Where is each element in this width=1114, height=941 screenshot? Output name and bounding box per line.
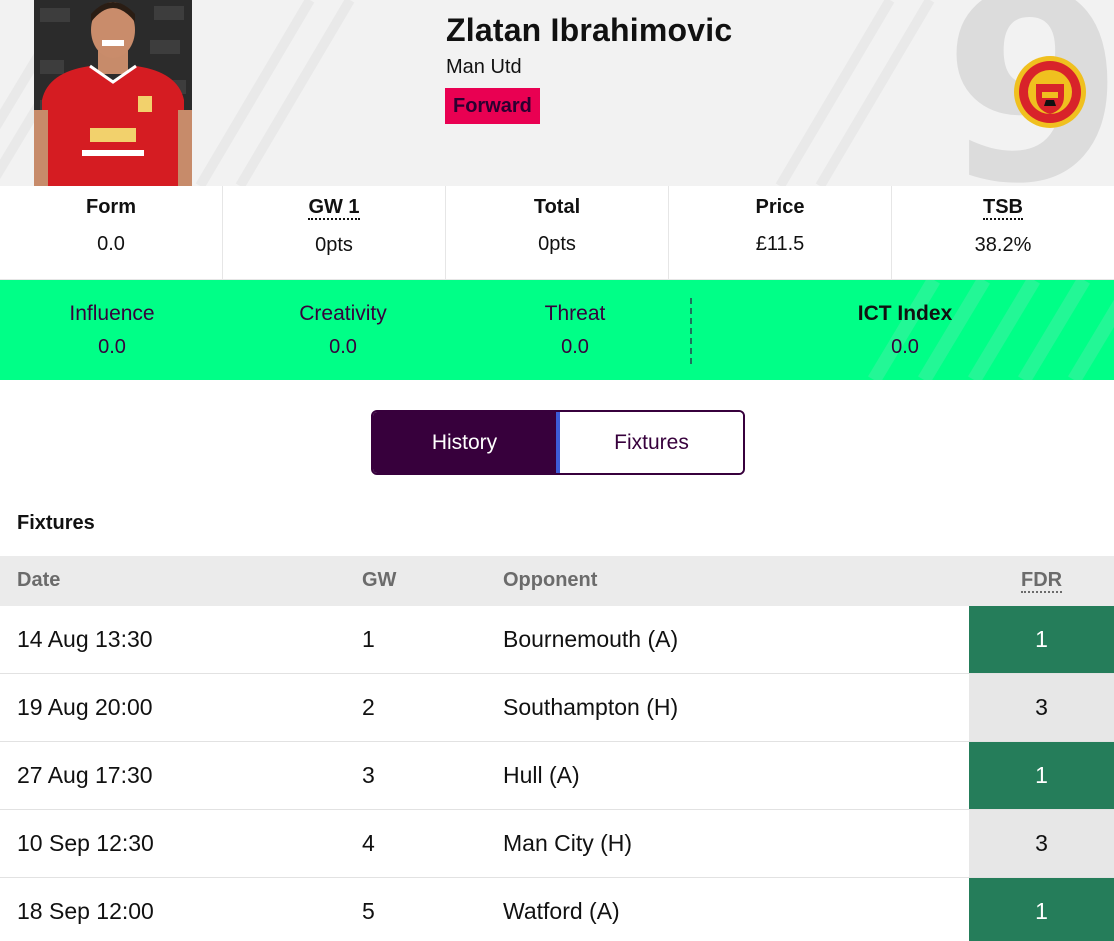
stat-label: Price xyxy=(755,196,805,218)
fixture-fdr: 1 xyxy=(969,606,1114,673)
ict-threat: Threat 0.0 xyxy=(515,302,635,359)
table-row: 14 Aug 13:30 1 Bournemouth (A) 1 xyxy=(0,606,1114,674)
fixture-date: 27 Aug 17:30 xyxy=(17,762,153,788)
ict-label: Influence xyxy=(69,302,155,325)
stat-value: 0.0 xyxy=(97,233,125,255)
stat-value: 0pts xyxy=(315,234,353,256)
fixture-gw: 2 xyxy=(362,694,375,720)
ict-value: 0.0 xyxy=(891,336,919,358)
table-row: 27 Aug 17:30 3 Hull (A) 1 xyxy=(0,742,1114,810)
player-photo xyxy=(34,0,192,186)
ict-index: ICT Index 0.0 xyxy=(830,302,980,359)
fixture-date: 18 Sep 12:00 xyxy=(17,898,154,924)
stat-tsb: TSB 38.2% xyxy=(892,186,1114,279)
player-stats-row: Form 0.0 GW 1 0pts Total 0pts Price £11.… xyxy=(0,186,1114,280)
fixture-opponent: Southampton (H) xyxy=(503,694,679,720)
table-header: Date GW Opponent FDR xyxy=(0,556,1114,606)
ict-panel: Influence 0.0 Creativity 0.0 Threat 0.0 … xyxy=(0,280,1114,380)
stat-label[interactable]: GW 1 xyxy=(308,196,360,220)
ict-value: 0.0 xyxy=(329,336,357,358)
fixture-date: 19 Aug 20:00 xyxy=(17,694,153,720)
ict-value: 0.0 xyxy=(561,336,589,358)
table-row: 18 Sep 12:00 5 Watford (A) 1 xyxy=(0,878,1114,941)
fixture-opponent: Man City (H) xyxy=(503,830,633,856)
tab-switcher: History Fixtures xyxy=(371,410,745,475)
fixture-fdr: 3 xyxy=(969,810,1114,877)
ict-label: ICT Index xyxy=(857,302,953,325)
ict-creativity: Creativity 0.0 xyxy=(283,302,403,359)
fixtures-title: Fixtures xyxy=(17,512,95,534)
stat-label[interactable]: TSB xyxy=(983,196,1023,220)
fixture-date: 14 Aug 13:30 xyxy=(17,626,153,652)
stat-value: 38.2% xyxy=(974,234,1032,256)
stat-form: Form 0.0 xyxy=(0,186,223,279)
club-crest-icon xyxy=(1014,56,1086,128)
fixture-opponent: Bournemouth (A) xyxy=(503,626,679,652)
header-fdr[interactable]: FDR xyxy=(1021,569,1063,593)
fixtures-table: Date GW Opponent FDR 14 Aug 13:30 1 Bour… xyxy=(0,556,1114,941)
stat-value: 0pts xyxy=(538,233,576,255)
fixture-date: 10 Sep 12:30 xyxy=(17,830,154,856)
ict-value: 0.0 xyxy=(98,336,126,358)
stat-gameweek: GW 1 0pts xyxy=(223,186,446,279)
fixture-opponent: Watford (A) xyxy=(503,898,620,924)
table-row: 19 Aug 20:00 2 Southampton (H) 3 xyxy=(0,674,1114,742)
stat-total: Total 0pts xyxy=(446,186,669,279)
header-opponent: Opponent xyxy=(503,569,598,591)
stat-price: Price £11.5 xyxy=(669,186,892,279)
table-row: 10 Sep 12:30 4 Man City (H) 3 xyxy=(0,810,1114,878)
fixture-gw: 1 xyxy=(362,626,375,652)
fixture-gw: 4 xyxy=(362,830,375,856)
header-gw: GW xyxy=(362,569,397,591)
player-name: Zlatan Ibrahimovic xyxy=(446,12,733,48)
ict-label: Threat xyxy=(544,302,606,325)
fixture-opponent: Hull (A) xyxy=(503,762,580,788)
stat-label: Form xyxy=(86,196,136,218)
tab-fixtures[interactable]: Fixtures xyxy=(560,412,743,473)
stat-value: £11.5 xyxy=(755,233,805,255)
player-header: 9 Zlatan Ibrahimovic Man Utd F xyxy=(0,0,1114,186)
tab-history[interactable]: History xyxy=(373,412,560,473)
header-date: Date xyxy=(17,569,61,591)
ict-label: Creativity xyxy=(299,302,387,325)
fixture-gw: 3 xyxy=(362,762,375,788)
position-badge: Forward xyxy=(445,88,540,124)
team-name: Man Utd xyxy=(446,56,522,78)
fixture-gw: 5 xyxy=(362,898,375,924)
fixture-fdr: 1 xyxy=(969,878,1114,941)
fixture-fdr: 3 xyxy=(969,674,1114,741)
ict-divider xyxy=(690,298,692,364)
stat-label: Total xyxy=(533,196,581,218)
fixture-fdr: 1 xyxy=(969,742,1114,809)
ict-influence: Influence 0.0 xyxy=(52,302,172,359)
